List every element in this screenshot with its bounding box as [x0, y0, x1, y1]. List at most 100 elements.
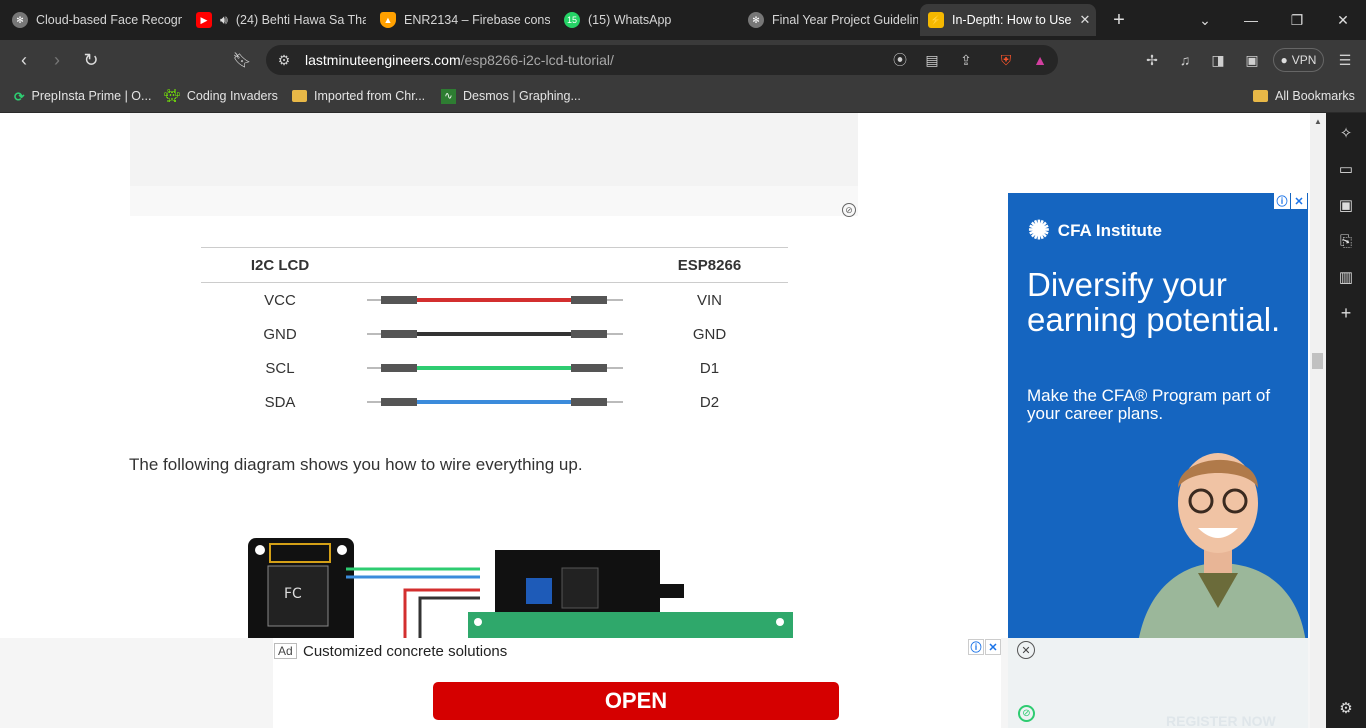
bookmark-desmos[interactable]: ∿ Desmos | Graphing...	[441, 86, 581, 106]
tab-title: In-Depth: How to Use	[952, 13, 1072, 27]
bottom-ad-banner: Ad Customized concrete solutions ⓘ ✕ OPE…	[0, 638, 1310, 728]
close-window-button[interactable]: ✕	[1320, 0, 1366, 40]
forward-button[interactable]: ›	[45, 48, 69, 72]
tab-title: Final Year Project Guidelin	[772, 13, 918, 27]
site-settings-icon[interactable]: ⚙︎	[274, 50, 294, 70]
tab-2[interactable]: ▶ 🔊︎ (24) Behti Hawa Sa Tha	[188, 4, 366, 36]
tab-6-active[interactable]: ⚡ In-Depth: How to Use ✕	[920, 4, 1096, 36]
back-button[interactable]: ‹	[12, 48, 36, 72]
bookmark-prepinsta[interactable]: ⟳ PrepInsta Prime | O...	[14, 86, 151, 106]
lcd-pin: GND	[263, 325, 297, 343]
menu-icon[interactable]: ☰	[1335, 50, 1355, 70]
table-row: GND GND	[201, 317, 788, 351]
minimize-button[interactable]: —	[1228, 0, 1274, 40]
wire-scl	[367, 351, 623, 385]
bookmark-label: Coding Invaders	[186, 89, 278, 103]
wiring-paragraph: The following diagram shows you how to w…	[129, 455, 583, 474]
table-row: SCL D1	[201, 351, 788, 385]
i2c-lcd-header: I2C LCD	[201, 247, 359, 283]
bookmark-label: PrepInsta Prime | O...	[31, 89, 152, 103]
lcd-mount-hole	[474, 618, 482, 626]
register-now-cta[interactable]: REGISTER NOW	[1166, 713, 1276, 728]
cast-blocked-icon[interactable]: ⦿	[890, 50, 910, 70]
folder-icon	[292, 90, 307, 102]
mount-hole	[337, 545, 347, 555]
tab-4[interactable]: 15 (15) WhatsApp	[556, 4, 734, 36]
ad-info-icon[interactable]: ⓘ	[968, 639, 984, 655]
ad-close-icon[interactable]: ✕	[985, 639, 1001, 655]
bookmarks-icon[interactable]: ⎘	[1336, 231, 1356, 251]
wallet-icon[interactable]: ▣	[1242, 50, 1262, 70]
page-scrollbar[interactable]: ▲	[1310, 113, 1326, 728]
ad-choices-icon[interactable]: ⊘	[1018, 705, 1035, 722]
url-text[interactable]: lastminuteengineers.com/esp8266-i2c-lcd-…	[305, 52, 614, 68]
prepinsta-icon: ⟳	[14, 89, 25, 104]
maximize-button[interactable]: ❐	[1274, 0, 1320, 40]
lcd-pcb	[468, 612, 793, 640]
reader-mode-icon[interactable]: ▤	[922, 50, 942, 70]
video-icon[interactable]: ▭	[1336, 159, 1356, 179]
chatgpt-icon: ✻	[12, 12, 28, 28]
esp-pin: GND	[692, 325, 727, 343]
backlight-jumper	[660, 584, 684, 598]
tab-search-chevron-icon[interactable]: ⌄	[1182, 0, 1228, 40]
fcc-mark: FC	[284, 586, 302, 602]
all-bookmarks-folder[interactable]: All Bookmarks	[1253, 86, 1355, 106]
new-tab-button[interactable]: +	[1096, 0, 1142, 40]
vpn-button[interactable]: ● VPN	[1273, 48, 1324, 72]
pin-connection-table: I2C LCD ESP8266 VCC VIN GND GND SCL D1 S…	[201, 247, 788, 419]
extensions-icon[interactable]: ✢	[1142, 50, 1162, 70]
media-icon[interactable]: ♫	[1175, 50, 1195, 70]
bookmark-imported-folder[interactable]: Imported from Chr...	[292, 86, 425, 106]
speaker-icon: 🔊︎	[220, 12, 228, 27]
top-ad-placeholder	[130, 113, 858, 216]
close-tab-icon[interactable]: ✕	[1080, 12, 1091, 28]
open-button[interactable]: OPEN	[433, 682, 839, 720]
ad-choices-icon[interactable]: ⊘	[842, 203, 856, 217]
cfa-brand: CFA Institute	[1057, 220, 1162, 240]
whatsapp-icon: 15	[564, 12, 580, 28]
potentiometer	[526, 578, 552, 604]
ad-info-icon[interactable]: ⓘ	[1274, 193, 1290, 209]
cfa-person-photo	[1139, 453, 1306, 638]
cfa-subline: Make the CFA® Program part of your caree…	[1027, 386, 1271, 423]
page-content: ⊘ I2C LCD ESP8266 VCC VIN GND GND SCL D1…	[0, 113, 1310, 728]
ad-tag: Ad	[274, 643, 297, 659]
close-anchor-ad-icon[interactable]: ✕	[1017, 641, 1035, 659]
wallet-icon[interactable]: ▣	[1336, 195, 1356, 215]
bookmark-page-icon[interactable]: 🔖︎	[230, 48, 254, 72]
bookmark-label: All Bookmarks	[1275, 89, 1355, 103]
cfa-ad[interactable]: ⓘ ✕ ✺ CFA Institute Diversify your earni…	[1008, 193, 1308, 638]
lcd-pin: SDA	[264, 393, 296, 411]
reload-button[interactable]: ↻	[79, 48, 103, 72]
ad-close-icon[interactable]: ✕	[1291, 193, 1307, 209]
table-row: SDA D2	[201, 385, 788, 419]
wire-header	[359, 247, 631, 283]
table-header-row: I2C LCD ESP8266	[201, 247, 788, 283]
reading-list-icon[interactable]: ▥	[1336, 267, 1356, 287]
leo-ai-icon[interactable]: ✧	[1336, 123, 1356, 143]
invaders-icon: 👾︎	[164, 88, 180, 103]
tab-1[interactable]: ✻ Cloud-based Face Recogn	[4, 4, 182, 36]
table-row: VCC VIN	[201, 283, 788, 318]
chatgpt-icon: ✻	[748, 12, 764, 28]
tab-3[interactable]: ▲ ENR2134 – Firebase conso	[372, 4, 550, 36]
brave-rewards-icon[interactable]: ▲	[1030, 50, 1050, 70]
sidebar-toggle-icon[interactable]: ◨	[1208, 50, 1228, 70]
esp-pin: D2	[699, 393, 720, 411]
firebase-icon: ▲	[380, 12, 396, 28]
add-panel-icon[interactable]: +	[1336, 303, 1356, 323]
settings-gear-icon[interactable]: ⚙	[1336, 698, 1356, 718]
tab-5[interactable]: ✻ Final Year Project Guidelin	[740, 4, 918, 36]
brave-shields-icon[interactable]: ⛨	[996, 50, 1016, 70]
bottom-ad-text[interactable]: Customized concrete solutions	[303, 643, 507, 660]
scroll-up-arrow-icon[interactable]: ▲	[1314, 117, 1322, 126]
share-icon[interactable]: ⇪	[956, 50, 976, 70]
scrollbar-thumb[interactable]	[1312, 353, 1323, 369]
lcd-pin: VCC	[264, 291, 296, 309]
bookmark-coding-invaders[interactable]: 👾︎ Coding Invaders	[164, 86, 278, 106]
cfa-globe-icon: ✺	[1028, 215, 1050, 245]
cfa-headline: Diversify your earning potential.	[1027, 266, 1281, 338]
url-path: /esp8266-i2c-lcd-tutorial/	[460, 52, 614, 68]
folder-icon	[1253, 90, 1268, 102]
